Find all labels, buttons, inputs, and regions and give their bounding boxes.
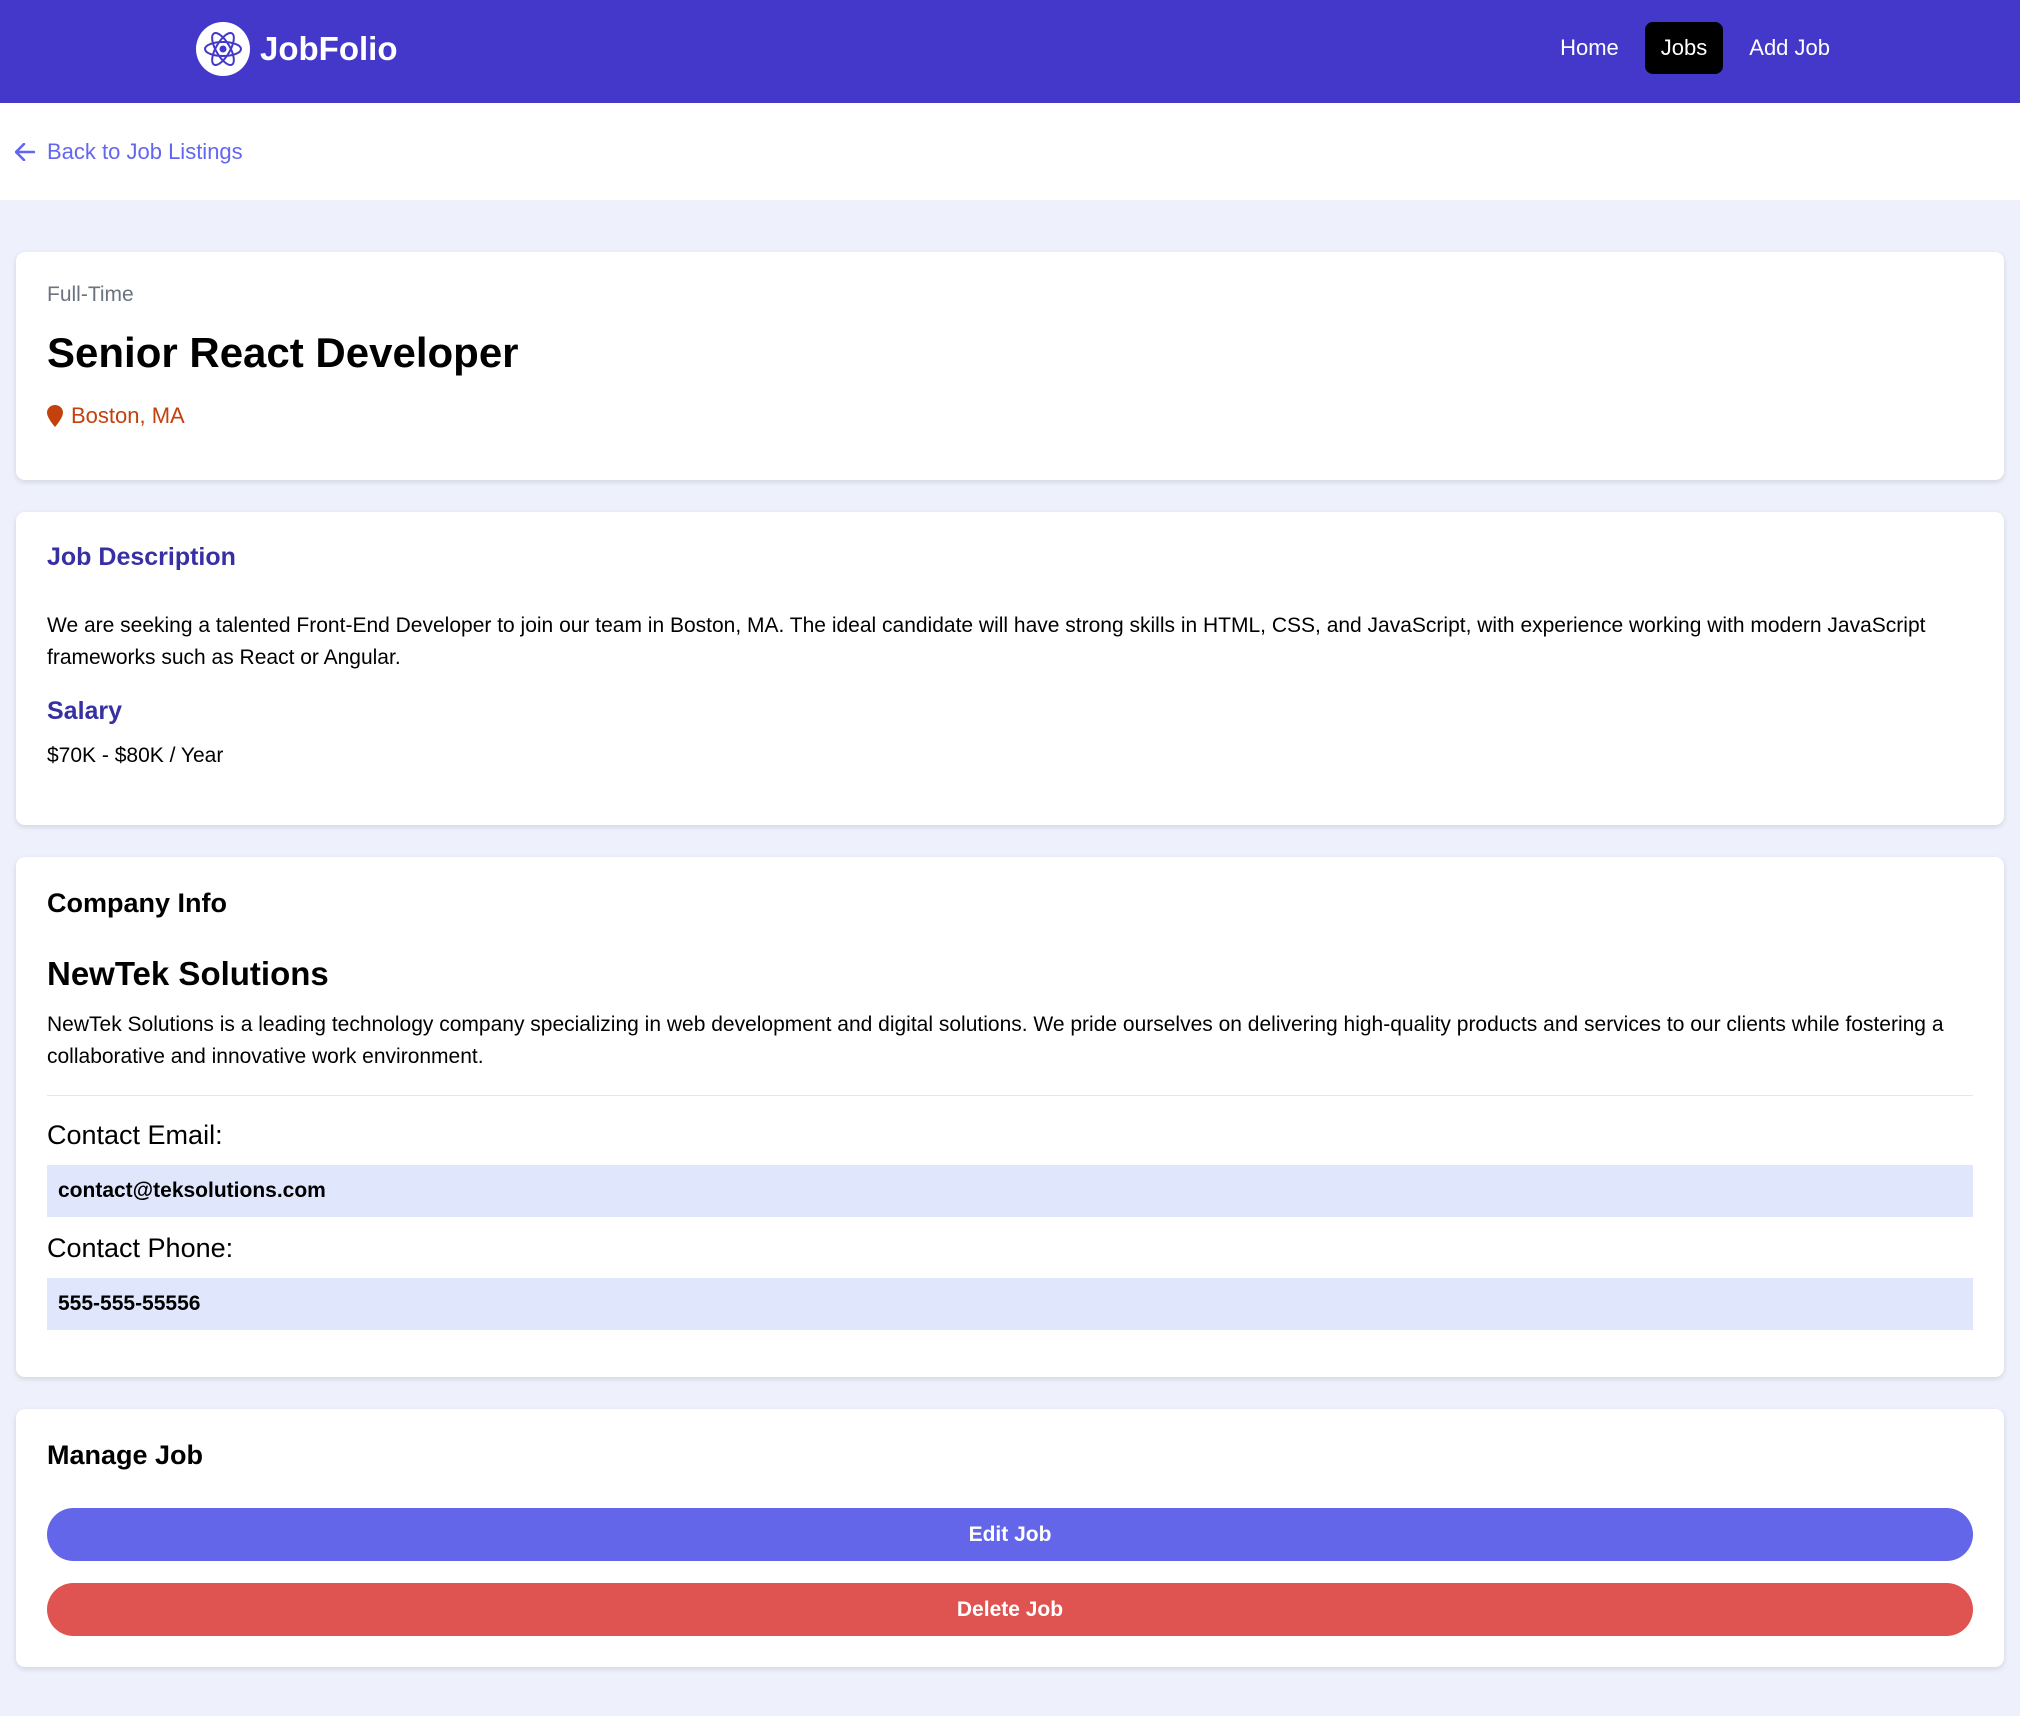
- delete-job-button[interactable]: Delete Job: [47, 1583, 1973, 1636]
- company-info-heading: Company Info: [47, 888, 227, 918]
- company-name: NewTek Solutions: [47, 955, 329, 992]
- contact-email-value: contact@teksolutions.com: [47, 1165, 1973, 1217]
- nav-link-add-job[interactable]: Add Job: [1733, 22, 1846, 74]
- salary-title: Salary: [47, 697, 123, 725]
- divider: [47, 1095, 1973, 1096]
- nav-link-home[interactable]: Home: [1544, 22, 1635, 74]
- job-description: We are seeking a talented Front-End Deve…: [47, 614, 1926, 669]
- back-bar: Back to Job Listings: [0, 103, 2020, 200]
- job-location: Boston, MA: [47, 403, 1973, 449]
- location-text: Boston, MA: [71, 403, 185, 428]
- company-info-card: Company Info NewTek Solutions NewTek Sol…: [16, 857, 2004, 1377]
- manage-job-heading: Manage Job: [47, 1440, 204, 1470]
- salary-value: $70K - $80K / Year: [47, 744, 224, 767]
- contact-phone-label: Contact Phone:: [47, 1233, 234, 1263]
- job-title: Senior React Developer: [47, 329, 519, 376]
- arrow-left-icon: [15, 142, 35, 161]
- nav-link-jobs[interactable]: Jobs: [1644, 22, 1724, 74]
- job-header-card: Full-Time Senior React Developer Boston,…: [16, 252, 2004, 480]
- description-title: Job Description: [47, 543, 236, 571]
- main-content: Full-Time Senior React Developer Boston,…: [0, 200, 2020, 1667]
- contact-email-label: Contact Email:: [47, 1120, 223, 1150]
- manage-job-card: Manage Job Edit Job Delete Job: [16, 1409, 2004, 1667]
- contact-phone-value: 555-555-55556: [47, 1278, 1973, 1330]
- back-link-label: Back to Job Listings: [47, 138, 243, 164]
- job-description-card: Job Description We are seeking a talente…: [16, 512, 2004, 825]
- brand-name: JobFolio: [260, 30, 398, 67]
- brand[interactable]: JobFolio: [196, 22, 397, 76]
- map-marker-icon: [47, 405, 63, 427]
- react-logo-icon: [196, 22, 250, 76]
- edit-job-button[interactable]: Edit Job: [47, 1508, 1973, 1561]
- job-type: Full-Time: [47, 283, 134, 306]
- navbar: JobFolio Home Jobs Add Job: [0, 0, 2020, 103]
- company-description: NewTek Solutions is a leading technology…: [47, 1013, 1944, 1068]
- back-to-listings-link[interactable]: Back to Job Listings: [15, 139, 243, 165]
- nav-links: Home Jobs Add Job: [1534, 22, 1846, 74]
